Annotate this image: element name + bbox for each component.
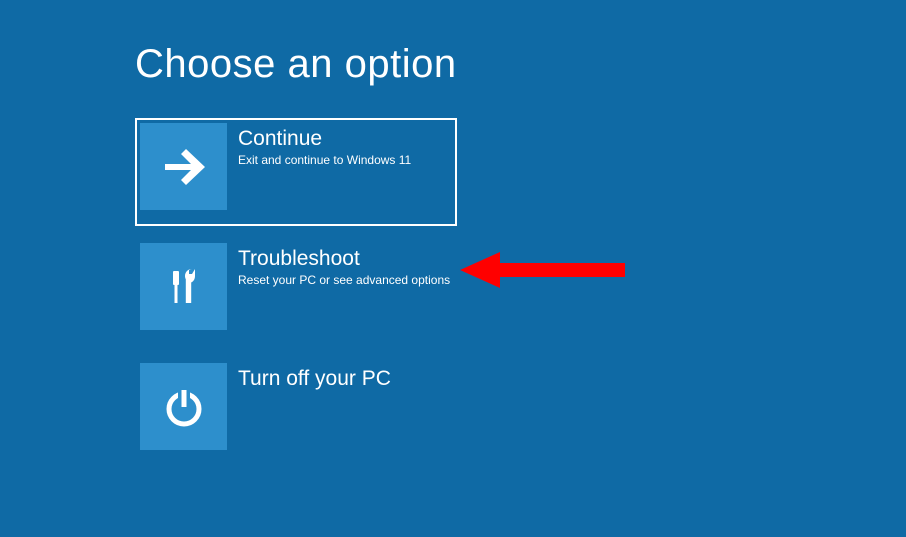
option-turnoff-title: Turn off your PC <box>238 367 391 390</box>
arrow-right-icon <box>157 140 211 194</box>
option-continue-title: Continue <box>238 127 411 150</box>
page-title: Choose an option <box>135 42 457 87</box>
option-turnoff-text: Turn off your PC <box>238 363 391 390</box>
option-continue-description: Exit and continue to Windows 11 <box>238 153 411 169</box>
option-continue[interactable]: Continue Exit and continue to Windows 11 <box>135 118 457 226</box>
option-troubleshoot-description: Reset your PC or see advanced options <box>238 273 450 289</box>
continue-icon-tile <box>140 123 227 210</box>
option-troubleshoot-text: Troubleshoot Reset your PC or see advanc… <box>238 243 450 289</box>
option-continue-text: Continue Exit and continue to Windows 11 <box>238 123 411 169</box>
option-turnoff[interactable]: Turn off your PC <box>135 358 457 466</box>
troubleshoot-icon-tile <box>140 243 227 330</box>
tools-icon <box>160 263 208 311</box>
option-troubleshoot-title: Troubleshoot <box>238 247 450 270</box>
turnoff-icon-tile <box>140 363 227 450</box>
annotation-arrow <box>460 248 630 292</box>
options-list: Continue Exit and continue to Windows 11… <box>135 118 457 478</box>
option-troubleshoot[interactable]: Troubleshoot Reset your PC or see advanc… <box>135 238 457 346</box>
power-icon <box>160 383 208 431</box>
